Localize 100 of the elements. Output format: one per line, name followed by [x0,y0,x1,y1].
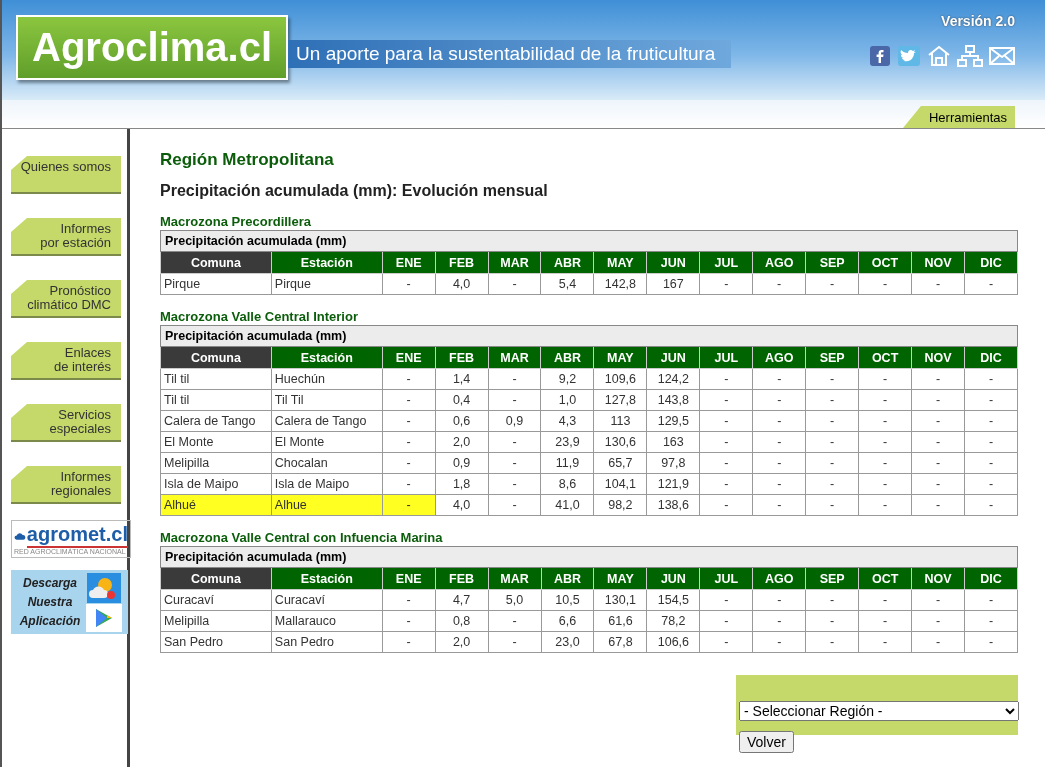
table-cell: - [858,589,912,611]
table-cell: 2,0 [435,431,489,453]
play-store-badge[interactable] [86,603,122,632]
table-cell: - [699,452,753,474]
table-cell: - [964,368,1018,390]
table-cell: - [382,610,436,632]
table-cell: - [911,494,965,516]
table-cell: 154,5 [646,589,700,611]
table-caption: Precipitación acumulada (mm) [160,546,1018,568]
column-header: Comuna [160,251,272,274]
table-cell: Calera de Tango [271,410,383,432]
table-cell: - [699,431,753,453]
table-cell: 4,0 [435,494,489,516]
table-cell: - [488,389,541,411]
table-cell: - [805,494,859,516]
table-cell: - [911,589,965,611]
table-cell: - [382,473,436,495]
table-cell: Pirque [160,273,272,295]
table-cell: - [911,631,965,653]
table-cell: - [752,610,806,632]
table-cell: 5,4 [541,273,594,295]
region-select[interactable]: - Seleccionar Región - [739,701,1019,721]
tools-tab[interactable]: Herramientas [902,106,1015,128]
table-cell: 1,8 [435,473,489,495]
table-cell: - [752,431,806,453]
table-cell: 0,8 [435,610,489,632]
table-cell: 65,7 [593,452,647,474]
table-cell: El Monte [271,431,383,453]
table-cell: Alhué [160,494,272,516]
table-cell: - [488,452,541,474]
table-cell: 1,0 [541,389,594,411]
version-label: Versión 2.0 [941,13,1015,29]
table-cell: - [699,273,753,295]
table-cell: 129,5 [646,410,700,432]
table-caption: Precipitación acumulada (mm) [160,230,1018,252]
table-cell: Pirque [271,273,383,295]
back-button[interactable]: Volver [739,731,794,753]
table-cell: - [752,589,806,611]
table-cell: - [964,389,1018,411]
facebook-icon[interactable] [869,45,891,67]
sidebar-link[interactable]: Servicios especiales [11,404,121,442]
sidebar-link[interactable]: Enlaces de interés [11,342,121,380]
sidebar-link[interactable]: Quienes somos [11,156,121,194]
table-cell: Til Til [271,389,383,411]
table-cell: - [858,452,912,474]
table-cell: 163 [646,431,700,453]
app-promo-banner[interactable]: Descarga Nuestra Aplicación [11,570,128,634]
table-cell: - [805,273,859,295]
sidebar-link[interactable]: Informes por estación [11,218,121,256]
mail-icon[interactable] [989,45,1015,67]
table-cell: Isla de Maipo [160,473,272,495]
table-cell: - [382,273,436,295]
table-cell: 98,2 [593,494,647,516]
table-cell: - [752,631,806,653]
section-title: Macrozona Valle Central con Infuencia Marina [160,530,444,545]
table-cell: - [911,431,965,453]
sitemap-icon[interactable] [957,45,983,67]
table-cell: El Monte [160,431,272,453]
table-cell: 130,6 [593,431,647,453]
table-cell: 0,4 [435,389,489,411]
column-header: Comuna [160,567,272,590]
table-cell: 61,6 [593,610,647,632]
table-cell: - [752,452,806,474]
table-cell: 138,6 [646,494,700,516]
table-cell: 104,1 [593,473,647,495]
sidebar-link[interactable]: Pronóstico climático DMC [11,280,121,318]
sun-cloud-icon [87,572,121,603]
section-title: Macrozona Valle Central Interior [160,309,359,324]
sidebar-link[interactable]: Informes regionales [11,466,121,504]
table-cell: Calera de Tango [160,410,272,432]
promo-text: Descarga Nuestra Aplicación [18,574,82,630]
table-cell: 130,1 [593,589,647,611]
section-title: Macrozona Precordillera [160,214,312,229]
table-cell: 142,8 [593,273,647,295]
table-cell: - [911,473,965,495]
home-icon[interactable] [927,45,951,67]
table-cell: - [805,368,859,390]
table-cell: - [805,431,859,453]
table-cell: - [752,273,806,295]
table-cell: 121,9 [646,473,700,495]
table-cell: 113 [593,410,647,432]
table-cell: - [911,368,965,390]
table-cell: - [752,473,806,495]
table-cell: Melipilla [160,610,272,632]
tagline: Un aporte para la sustentabilidad de la fruticultura [288,40,732,68]
table-cell: - [858,410,912,432]
table-cell: - [382,410,436,432]
table-cell: 167 [646,273,700,295]
table-cell: 67,8 [593,631,647,653]
table-cell: - [382,431,436,453]
table-cell: - [964,589,1018,611]
table-cell: 127,8 [593,389,647,411]
table-cell: Mallarauco [271,610,383,632]
table-cell: 10,5 [541,589,594,611]
table-cell: Melipilla [160,452,272,474]
bird-icon[interactable] [897,45,921,67]
table-cell: - [858,631,912,653]
table-cell: 109,6 [593,368,647,390]
table-cell: - [858,368,912,390]
table-cell: Huechún [271,368,383,390]
